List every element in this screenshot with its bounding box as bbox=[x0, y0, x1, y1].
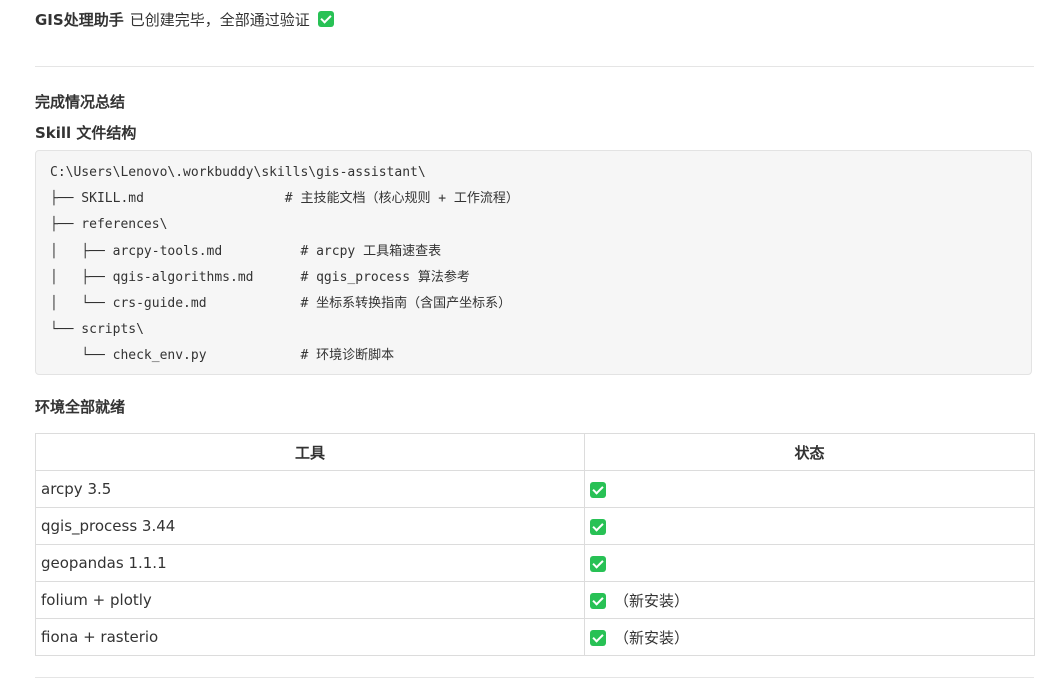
table-row: arcpy 3.5 bbox=[35, 470, 1035, 508]
status-cell: （新安装） bbox=[584, 618, 1035, 656]
column-header-status: 状态 bbox=[584, 433, 1035, 471]
table-header-row: 工具 状态 bbox=[35, 433, 1035, 471]
status-cell: （新安装） bbox=[584, 581, 1035, 619]
env-ready-title: 环境全部就绪 bbox=[35, 398, 126, 416]
check-icon bbox=[590, 555, 606, 572]
status-note: （新安装） bbox=[614, 628, 690, 647]
table-row: fiona + rasterio （新安装） bbox=[35, 618, 1035, 656]
app-name: GIS处理助手 bbox=[35, 10, 124, 29]
column-header-tool: 工具 bbox=[35, 433, 585, 471]
tool-cell: arcpy 3.5 bbox=[35, 470, 585, 508]
table-row: geopandas 1.1.1 bbox=[35, 544, 1035, 582]
check-icon bbox=[590, 481, 606, 498]
status-cell bbox=[584, 470, 1035, 508]
status-note: （新安装） bbox=[614, 591, 690, 610]
skill-structure-title: Skill 文件结构 bbox=[35, 124, 137, 142]
env-table: 工具 状态 arcpy 3.5 qgis_process 3.44 geopan… bbox=[35, 433, 1035, 656]
divider bbox=[35, 677, 1034, 678]
divider bbox=[35, 66, 1034, 67]
summary-title: 完成情况总结 bbox=[35, 93, 126, 111]
tool-cell: geopandas 1.1.1 bbox=[35, 544, 585, 582]
tool-cell: folium + plotly bbox=[35, 581, 585, 619]
status-cell bbox=[584, 544, 1035, 582]
tool-cell: fiona + rasterio bbox=[35, 618, 585, 656]
table-row: folium + plotly （新安装） bbox=[35, 581, 1035, 619]
table-row: qgis_process 3.44 bbox=[35, 507, 1035, 545]
check-icon bbox=[590, 630, 606, 646]
check-icon bbox=[317, 11, 334, 27]
headline: GIS处理助手 已创建完毕，全部通过验证 bbox=[35, 8, 334, 30]
check-icon bbox=[590, 593, 606, 609]
file-tree-code: C:\Users\Lenovo\.workbuddy\skills\gis-as… bbox=[50, 165, 519, 364]
tool-cell: qgis_process 3.44 bbox=[35, 507, 585, 545]
status-message: 已创建完毕，全部通过验证 bbox=[129, 10, 310, 29]
check-icon bbox=[590, 518, 606, 535]
status-cell bbox=[584, 507, 1035, 545]
code-block[interactable]: C:\Users\Lenovo\.workbuddy\skills\gis-as… bbox=[35, 150, 1032, 375]
